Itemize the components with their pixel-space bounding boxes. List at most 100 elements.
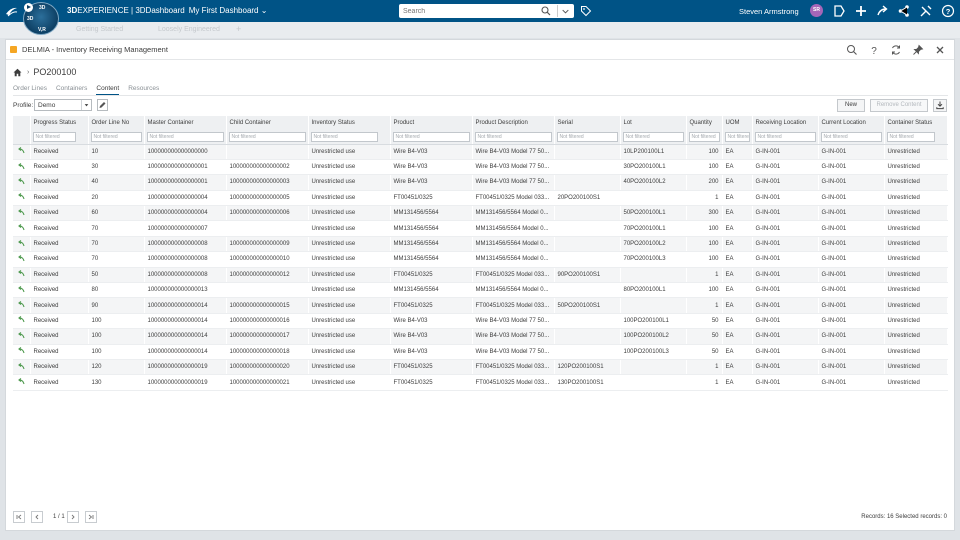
- play-icon[interactable]: [24, 3, 33, 12]
- table-row[interactable]: Received 30 100000000000000001 100000000000…: [13, 159, 947, 176]
- chevron-down-icon[interactable]: [557, 5, 573, 17]
- table-cell: G-IN-001: [752, 359, 818, 376]
- profile-select[interactable]: Demo: [34, 99, 92, 111]
- table-cell: FT00451/0325: [390, 374, 472, 391]
- chevron-down-icon[interactable]: ⌄: [259, 6, 268, 15]
- column-filter-input[interactable]: Not filtered: [392, 131, 470, 142]
- column-header[interactable]: Progress Status: [30, 116, 89, 130]
- search-icon[interactable]: [846, 44, 858, 56]
- compass-icon[interactable]: 3D 3D V,R: [23, 2, 59, 35]
- new-button[interactable]: New: [837, 99, 865, 112]
- column-header-icon: [13, 116, 31, 130]
- column-header[interactable]: Container Status: [884, 116, 948, 130]
- network-share-icon[interactable]: [897, 4, 911, 18]
- caret-down-icon[interactable]: [81, 100, 91, 110]
- column-filter-input[interactable]: Not filtered: [556, 131, 618, 142]
- dashboard-tab[interactable]: Loosely Engineered: [158, 26, 220, 33]
- edit-profile-button[interactable]: [97, 99, 108, 111]
- column-filter-input[interactable]: Not filtered: [310, 131, 378, 142]
- table-cell: [554, 282, 620, 299]
- table-row[interactable]: Received 90 100000000000000014 100000000000…: [13, 297, 947, 314]
- column-filter-input[interactable]: Not filtered: [146, 131, 224, 142]
- breadcrumb-po[interactable]: PO200100: [33, 67, 76, 77]
- table-cell: 40PO200100L2: [620, 174, 686, 191]
- column-filter-input[interactable]: Not filtered: [622, 131, 684, 142]
- prev-page-button[interactable]: [31, 511, 43, 523]
- table-row[interactable]: Received 50 100000000000000008 100000000000…: [13, 267, 947, 284]
- table-row[interactable]: Received 70 100000000000000008 100000000000…: [13, 251, 947, 268]
- table-cell: Unrestricted: [884, 328, 947, 345]
- content-table: Progress Status Order Line No Master Con…: [13, 116, 948, 391]
- column-filter-input[interactable]: Not filtered: [228, 131, 306, 142]
- column-header[interactable]: Receiving Location: [752, 116, 819, 130]
- column-header[interactable]: Serial: [554, 116, 621, 130]
- column-filter-input[interactable]: Not filtered: [32, 131, 76, 142]
- search-box[interactable]: [399, 4, 574, 18]
- export-button[interactable]: [933, 99, 947, 112]
- column-header[interactable]: Current Location: [818, 116, 885, 130]
- column-header[interactable]: Master Container: [144, 116, 227, 130]
- table-row[interactable]: Received 100 100000000000000014 10000000000…: [13, 344, 947, 360]
- table-row[interactable]: Received 80 100000000000000013 Unrestricted…: [13, 282, 947, 299]
- search-input[interactable]: [403, 6, 538, 16]
- table-cell: Wire B4-V03 Model 77 50...: [472, 174, 554, 191]
- bookmark-icon[interactable]: [832, 4, 846, 18]
- column-filter-input[interactable]: Not filtered: [754, 131, 816, 142]
- column-filter-input[interactable]: Not filtered: [724, 131, 750, 142]
- table-row[interactable]: Received 20 100000000000000004 100000000000…: [13, 190, 947, 207]
- column-filter-input[interactable]: Not filtered: [886, 131, 935, 142]
- add-tab-icon[interactable]: +: [236, 24, 241, 34]
- row-status-cell: [13, 359, 30, 376]
- refresh-icon[interactable]: [890, 44, 902, 56]
- share-arrow-icon[interactable]: [876, 4, 890, 18]
- table-row[interactable]: Received 60 100000000000000004 100000000000…: [13, 205, 947, 222]
- table-row[interactable]: Received 40 100000000000000001 100000000000…: [13, 174, 947, 191]
- close-icon[interactable]: [934, 44, 946, 56]
- column-header[interactable]: Lot: [620, 116, 687, 130]
- tools-icon[interactable]: [919, 4, 933, 18]
- plus-icon[interactable]: [854, 4, 868, 18]
- table-row[interactable]: Received 70 100000000000000008 100000000000…: [13, 236, 947, 253]
- table-cell: 50: [686, 313, 722, 330]
- search-icon[interactable]: [541, 6, 551, 16]
- download-icon: [936, 101, 944, 110]
- help-icon[interactable]: ?: [941, 4, 955, 18]
- column-filter-input[interactable]: Not filtered: [474, 131, 552, 142]
- tab-containers[interactable]: Containers: [56, 85, 87, 95]
- column-header[interactable]: Product Description: [472, 116, 555, 130]
- table-row[interactable]: Received 130 100000000000000019 10000000000…: [13, 374, 947, 391]
- column-filter-input[interactable]: Not filtered: [820, 131, 882, 142]
- user-name[interactable]: Steven Armstrong: [739, 7, 799, 16]
- tag-icon[interactable]: [580, 5, 592, 17]
- table-cell: 100000000000000003: [226, 174, 308, 191]
- filter-row: Not filtered Not filtered Not filtered Not …: [13, 130, 947, 145]
- dashboard-tab[interactable]: Getting Started: [76, 26, 123, 33]
- column-filter-input[interactable]: Not filtered: [90, 131, 142, 142]
- remove-content-button[interactable]: Remove Content: [870, 99, 928, 112]
- column-header[interactable]: Product: [390, 116, 473, 130]
- tab-order-lines[interactable]: Order Lines: [13, 85, 47, 95]
- tab-content[interactable]: Content: [96, 85, 120, 95]
- column-header[interactable]: UOM: [722, 116, 753, 130]
- column-header[interactable]: Inventory Status: [308, 116, 391, 130]
- column-header[interactable]: Quantity: [686, 116, 723, 130]
- table-row[interactable]: Received 10 100000000000000000 Unrestricted…: [13, 144, 947, 160]
- table-row[interactable]: Received 120 100000000000000019 10000000000…: [13, 359, 947, 376]
- table-row[interactable]: Received 70 100000000000000007 Unrestricted…: [13, 220, 947, 237]
- column-header[interactable]: Order Line No: [88, 116, 145, 130]
- table-cell: Wire B4-V03: [390, 159, 472, 176]
- table-row[interactable]: Received 100 100000000000000014 10000000000…: [13, 313, 947, 330]
- help-icon[interactable]: ?: [868, 44, 880, 56]
- dashboard-name[interactable]: My First Dashboard: [189, 6, 259, 15]
- first-page-button[interactable]: [13, 511, 25, 523]
- table-row[interactable]: Received 100 100000000000000014 10000000000…: [13, 328, 947, 345]
- pin-icon[interactable]: [912, 44, 924, 56]
- column-header[interactable]: Child Container: [226, 116, 309, 130]
- table-cell: G-IN-001: [818, 251, 884, 268]
- home-icon[interactable]: [13, 68, 22, 77]
- next-page-button[interactable]: [67, 511, 79, 523]
- last-page-button[interactable]: [85, 511, 97, 523]
- tab-resources[interactable]: Resources: [128, 85, 159, 95]
- avatar[interactable]: SR: [810, 4, 823, 17]
- column-filter-input[interactable]: Not filtered: [688, 131, 720, 142]
